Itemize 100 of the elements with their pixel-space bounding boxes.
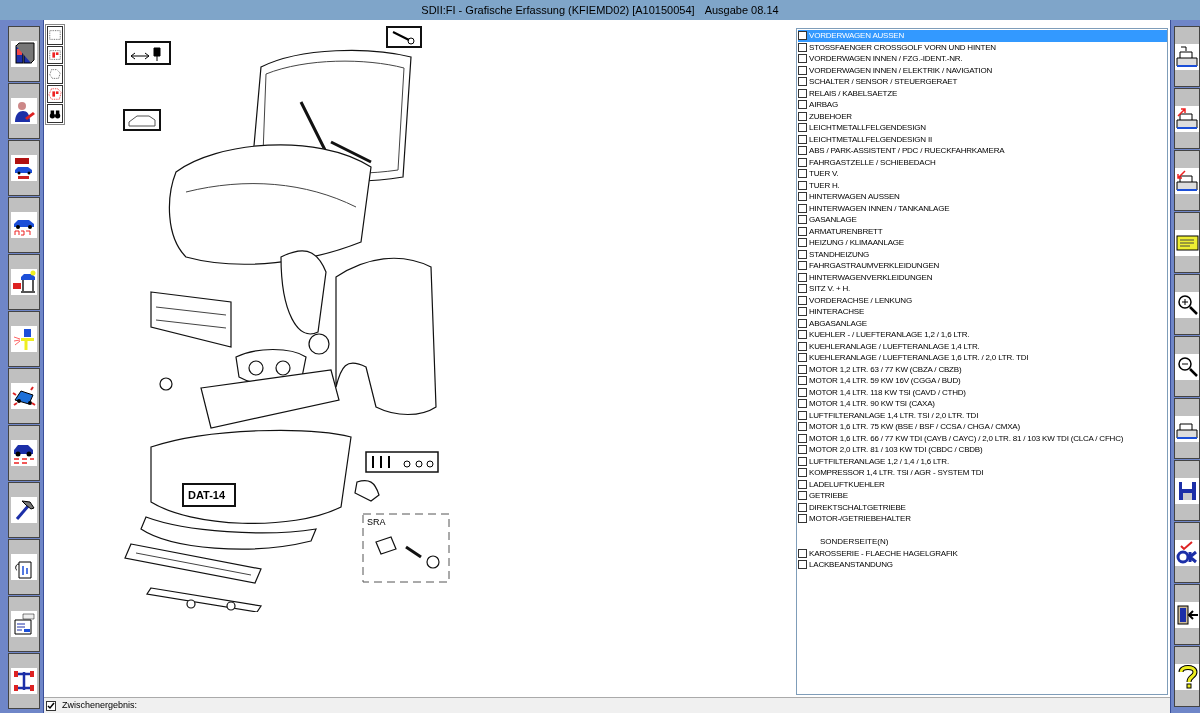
drawing-tool-button[interactable] xyxy=(47,84,63,104)
checkbox[interactable] xyxy=(798,376,807,386)
list-item[interactable]: ABGASANLAGE xyxy=(798,317,1167,329)
list-item[interactable]: LACKBEANSTANDUNG xyxy=(798,559,1167,571)
list-item[interactable]: LEICHTMETALLFELGENDESIGN II xyxy=(798,133,1167,145)
toolbar-button[interactable] xyxy=(8,368,40,424)
list-item[interactable]: ABS / PARK-ASSISTENT / PDC / RUECKFAHRKAMERA xyxy=(798,145,1167,157)
checkbox[interactable] xyxy=(46,700,56,711)
toolbar-button[interactable] xyxy=(8,311,40,367)
checkbox[interactable] xyxy=(798,31,807,41)
checkbox[interactable] xyxy=(798,192,807,202)
checkbox[interactable] xyxy=(798,491,807,501)
checkbox[interactable] xyxy=(798,169,807,179)
checkbox[interactable] xyxy=(798,180,807,190)
list-item[interactable]: MOTOR 1,2 LTR. 63 / 77 KW (CBZA / CBZB) xyxy=(798,363,1167,375)
list-item[interactable]: FAHRGASTZELLE / SCHIEBEDACH xyxy=(798,156,1167,168)
toolbar-button[interactable] xyxy=(1174,460,1200,521)
checkbox[interactable] xyxy=(798,341,807,351)
checkbox[interactable] xyxy=(798,146,807,156)
list-item[interactable]: ARMATURENBRETT xyxy=(798,225,1167,237)
list-item[interactable]: VORDERWAGEN INNEN / FZG.-IDENT.-NR. xyxy=(798,53,1167,65)
checkbox[interactable] xyxy=(798,249,807,259)
list-item[interactable]: DIREKTSCHALTGETRIEBE xyxy=(798,501,1167,513)
checkbox[interactable] xyxy=(798,307,807,317)
toolbar-button[interactable] xyxy=(1174,26,1200,87)
checkbox[interactable] xyxy=(798,65,807,75)
list-item[interactable]: RELAIS / KABELSAETZE xyxy=(798,87,1167,99)
list-item[interactable]: VORDERWAGEN INNEN / ELEKTRIK / NAVIGATION xyxy=(798,64,1167,76)
checkbox[interactable] xyxy=(798,560,807,570)
list-item[interactable]: MOTOR 1,4 LTR. 118 KW TSI (CAVD / CTHD) xyxy=(798,386,1167,398)
checkbox[interactable] xyxy=(798,134,807,144)
toolbar-button[interactable] xyxy=(1174,584,1200,645)
list-item[interactable]: LEICHTMETALLFELGENDESIGN xyxy=(798,122,1167,134)
toolbar-button[interactable] xyxy=(8,197,40,253)
checkbox[interactable] xyxy=(798,387,807,397)
list-item[interactable]: KOMPRESSOR 1,4 LTR. TSI / AGR - SYSTEM TDI xyxy=(798,467,1167,479)
list-item[interactable]: MOTOR 2,0 LTR. 81 / 103 KW TDI (CBDC / CBDB) xyxy=(798,444,1167,456)
list-item[interactable]: TUER H. xyxy=(798,179,1167,191)
checkbox[interactable] xyxy=(798,111,807,121)
toolbar-button[interactable] xyxy=(8,482,40,538)
drawing-tool-button[interactable] xyxy=(47,104,63,123)
list-item[interactable]: ZUBEHOER xyxy=(798,110,1167,122)
drawing-tool-button[interactable] xyxy=(47,26,63,45)
list-item[interactable]: SITZ V. + H. xyxy=(798,283,1167,295)
checkbox[interactable] xyxy=(798,318,807,328)
toolbar-button[interactable] xyxy=(1174,274,1200,335)
list-item[interactable]: MOTOR 1,4 LTR. 59 KW 16V (CGGA / BUD) xyxy=(798,375,1167,387)
checkbox[interactable] xyxy=(798,284,807,294)
checkbox[interactable] xyxy=(798,272,807,282)
list-item[interactable]: TUER V. xyxy=(798,168,1167,180)
checkbox[interactable] xyxy=(798,157,807,167)
checkbox[interactable] xyxy=(798,548,807,558)
list-item[interactable]: MOTOR 1,4 LTR. 90 KW TSI (CAXA) xyxy=(798,398,1167,410)
list-item[interactable]: MOTOR-/GETRIEBEHALTER xyxy=(798,513,1167,525)
toolbar-button[interactable] xyxy=(8,83,40,139)
list-item[interactable]: STOSSFAENGER CROSSGOLF VORN UND HINTEN xyxy=(798,41,1167,53)
list-item[interactable]: HINTERACHSE xyxy=(798,306,1167,318)
toolbar-button[interactable] xyxy=(8,539,40,595)
checkbox[interactable] xyxy=(798,42,807,52)
toolbar-button[interactable] xyxy=(1174,336,1200,397)
checkbox[interactable] xyxy=(798,433,807,443)
checkbox[interactable] xyxy=(798,215,807,225)
checkbox[interactable] xyxy=(798,445,807,455)
list-item[interactable]: KUEHLERANLAGE / LUEFTERANLAGE 1,6 LTR. / 2,0 LTR. TDI xyxy=(798,352,1167,364)
toolbar-button[interactable] xyxy=(1174,398,1200,459)
checkbox[interactable] xyxy=(798,123,807,133)
toolbar-button[interactable] xyxy=(8,26,40,82)
list-item[interactable]: HINTERWAGEN AUSSEN xyxy=(798,191,1167,203)
checkbox[interactable] xyxy=(798,479,807,489)
list-item[interactable]: KUEHLERANLAGE / LUEFTERANLAGE 1,4 LTR. xyxy=(798,340,1167,352)
drawing-tool-button[interactable] xyxy=(47,65,63,84)
list-item[interactable]: AIRBAG xyxy=(798,99,1167,111)
checkbox[interactable] xyxy=(798,330,807,340)
checkbox[interactable] xyxy=(798,399,807,409)
list-item[interactable]: SCHALTER / SENSOR / STEUERGERAET xyxy=(798,76,1167,88)
toolbar-button[interactable] xyxy=(8,425,40,481)
checkbox[interactable] xyxy=(798,77,807,87)
checkbox[interactable] xyxy=(798,88,807,98)
checkbox[interactable] xyxy=(798,261,807,271)
list-item[interactable]: KAROSSERIE - FLAECHE HAGELGRAFIK xyxy=(798,547,1167,559)
list-item[interactable]: HEIZUNG / KLIMAANLAGE xyxy=(798,237,1167,249)
toolbar-button[interactable] xyxy=(8,254,40,310)
list-item[interactable]: HINTERWAGEN INNEN / TANKANLAGE xyxy=(798,202,1167,214)
toolbar-button[interactable] xyxy=(1174,88,1200,149)
toolbar-button[interactable] xyxy=(1174,522,1200,583)
checkbox[interactable] xyxy=(798,295,807,305)
toolbar-button[interactable] xyxy=(1174,150,1200,211)
list-item[interactable]: HINTERWAGENVERKLEIDUNGEN xyxy=(798,271,1167,283)
checkbox[interactable] xyxy=(798,353,807,363)
checkbox[interactable] xyxy=(798,100,807,110)
list-item[interactable]: LUFTFILTERANLAGE 1,2 / 1,4 / 1,6 LTR. xyxy=(798,455,1167,467)
toolbar-button[interactable] xyxy=(8,140,40,196)
checkbox[interactable] xyxy=(798,456,807,466)
checkbox[interactable] xyxy=(798,54,807,64)
checkbox[interactable] xyxy=(798,226,807,236)
toolbar-button[interactable] xyxy=(1174,646,1200,707)
drawing-tool-button[interactable] xyxy=(47,45,63,65)
list-item[interactable]: GETRIEBE xyxy=(798,490,1167,502)
list-item[interactable]: FAHRGASTRAUMVERKLEIDUNGEN xyxy=(798,260,1167,272)
list-item[interactable]: STANDHEIZUNG xyxy=(798,248,1167,260)
